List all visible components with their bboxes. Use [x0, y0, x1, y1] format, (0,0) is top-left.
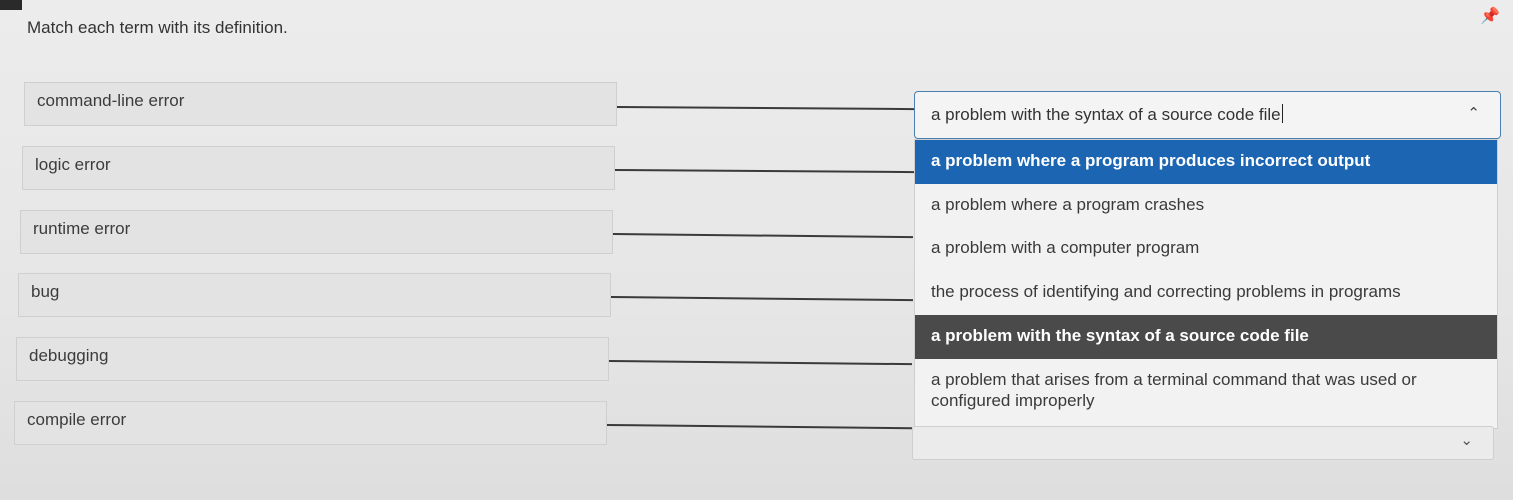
text-cursor	[1281, 104, 1283, 123]
connector-line	[606, 424, 912, 430]
term-label: debugging	[29, 346, 109, 365]
select-value: a problem with the syntax of a source co…	[931, 105, 1281, 124]
term-command-line-error: command-line error	[24, 82, 617, 126]
corner-tab	[0, 0, 22, 10]
instruction-text: Match each term with its definition.	[27, 18, 288, 37]
connector-line	[610, 296, 913, 302]
dropdown-option-selected[interactable]: a problem with the syntax of a source co…	[915, 315, 1497, 359]
definition-select-collapsed[interactable]: ⌄	[912, 426, 1494, 460]
dropdown-option[interactable]: the process of identifying and correctin…	[915, 271, 1497, 315]
term-label: compile error	[27, 410, 127, 429]
term-label: logic error	[35, 155, 111, 174]
dropdown-list: a problem where a program produces incor…	[914, 139, 1498, 429]
dropdown-option-highlighted[interactable]: a problem where a program produces incor…	[915, 140, 1497, 184]
dropdown-option[interactable]: a problem that arises from a terminal co…	[915, 359, 1497, 428]
connector-line	[616, 106, 914, 111]
term-runtime-error: runtime error	[20, 210, 613, 254]
term-bug: bug	[18, 273, 611, 317]
term-label: runtime error	[33, 219, 131, 238]
term-label: command-line error	[37, 91, 185, 110]
connector-line	[612, 233, 913, 239]
dropdown-option[interactable]: a problem where a program crashes	[915, 184, 1497, 227]
term-label: bug	[31, 282, 60, 301]
definition-select-open[interactable]: a problem with the syntax of a source co…	[914, 91, 1501, 139]
dropdown-option[interactable]: a problem with a computer program	[915, 227, 1497, 271]
chevron-down-icon[interactable]: ⌄	[1460, 431, 1473, 449]
connector-line	[614, 169, 915, 174]
pin-icon[interactable]: 📌	[1480, 6, 1500, 26]
connector-line	[608, 360, 912, 366]
term-logic-error: logic error	[22, 146, 615, 190]
chevron-up-icon[interactable]: ⌃	[1467, 104, 1480, 122]
term-compile-error: compile error	[14, 401, 607, 445]
term-debugging: debugging	[16, 337, 609, 381]
